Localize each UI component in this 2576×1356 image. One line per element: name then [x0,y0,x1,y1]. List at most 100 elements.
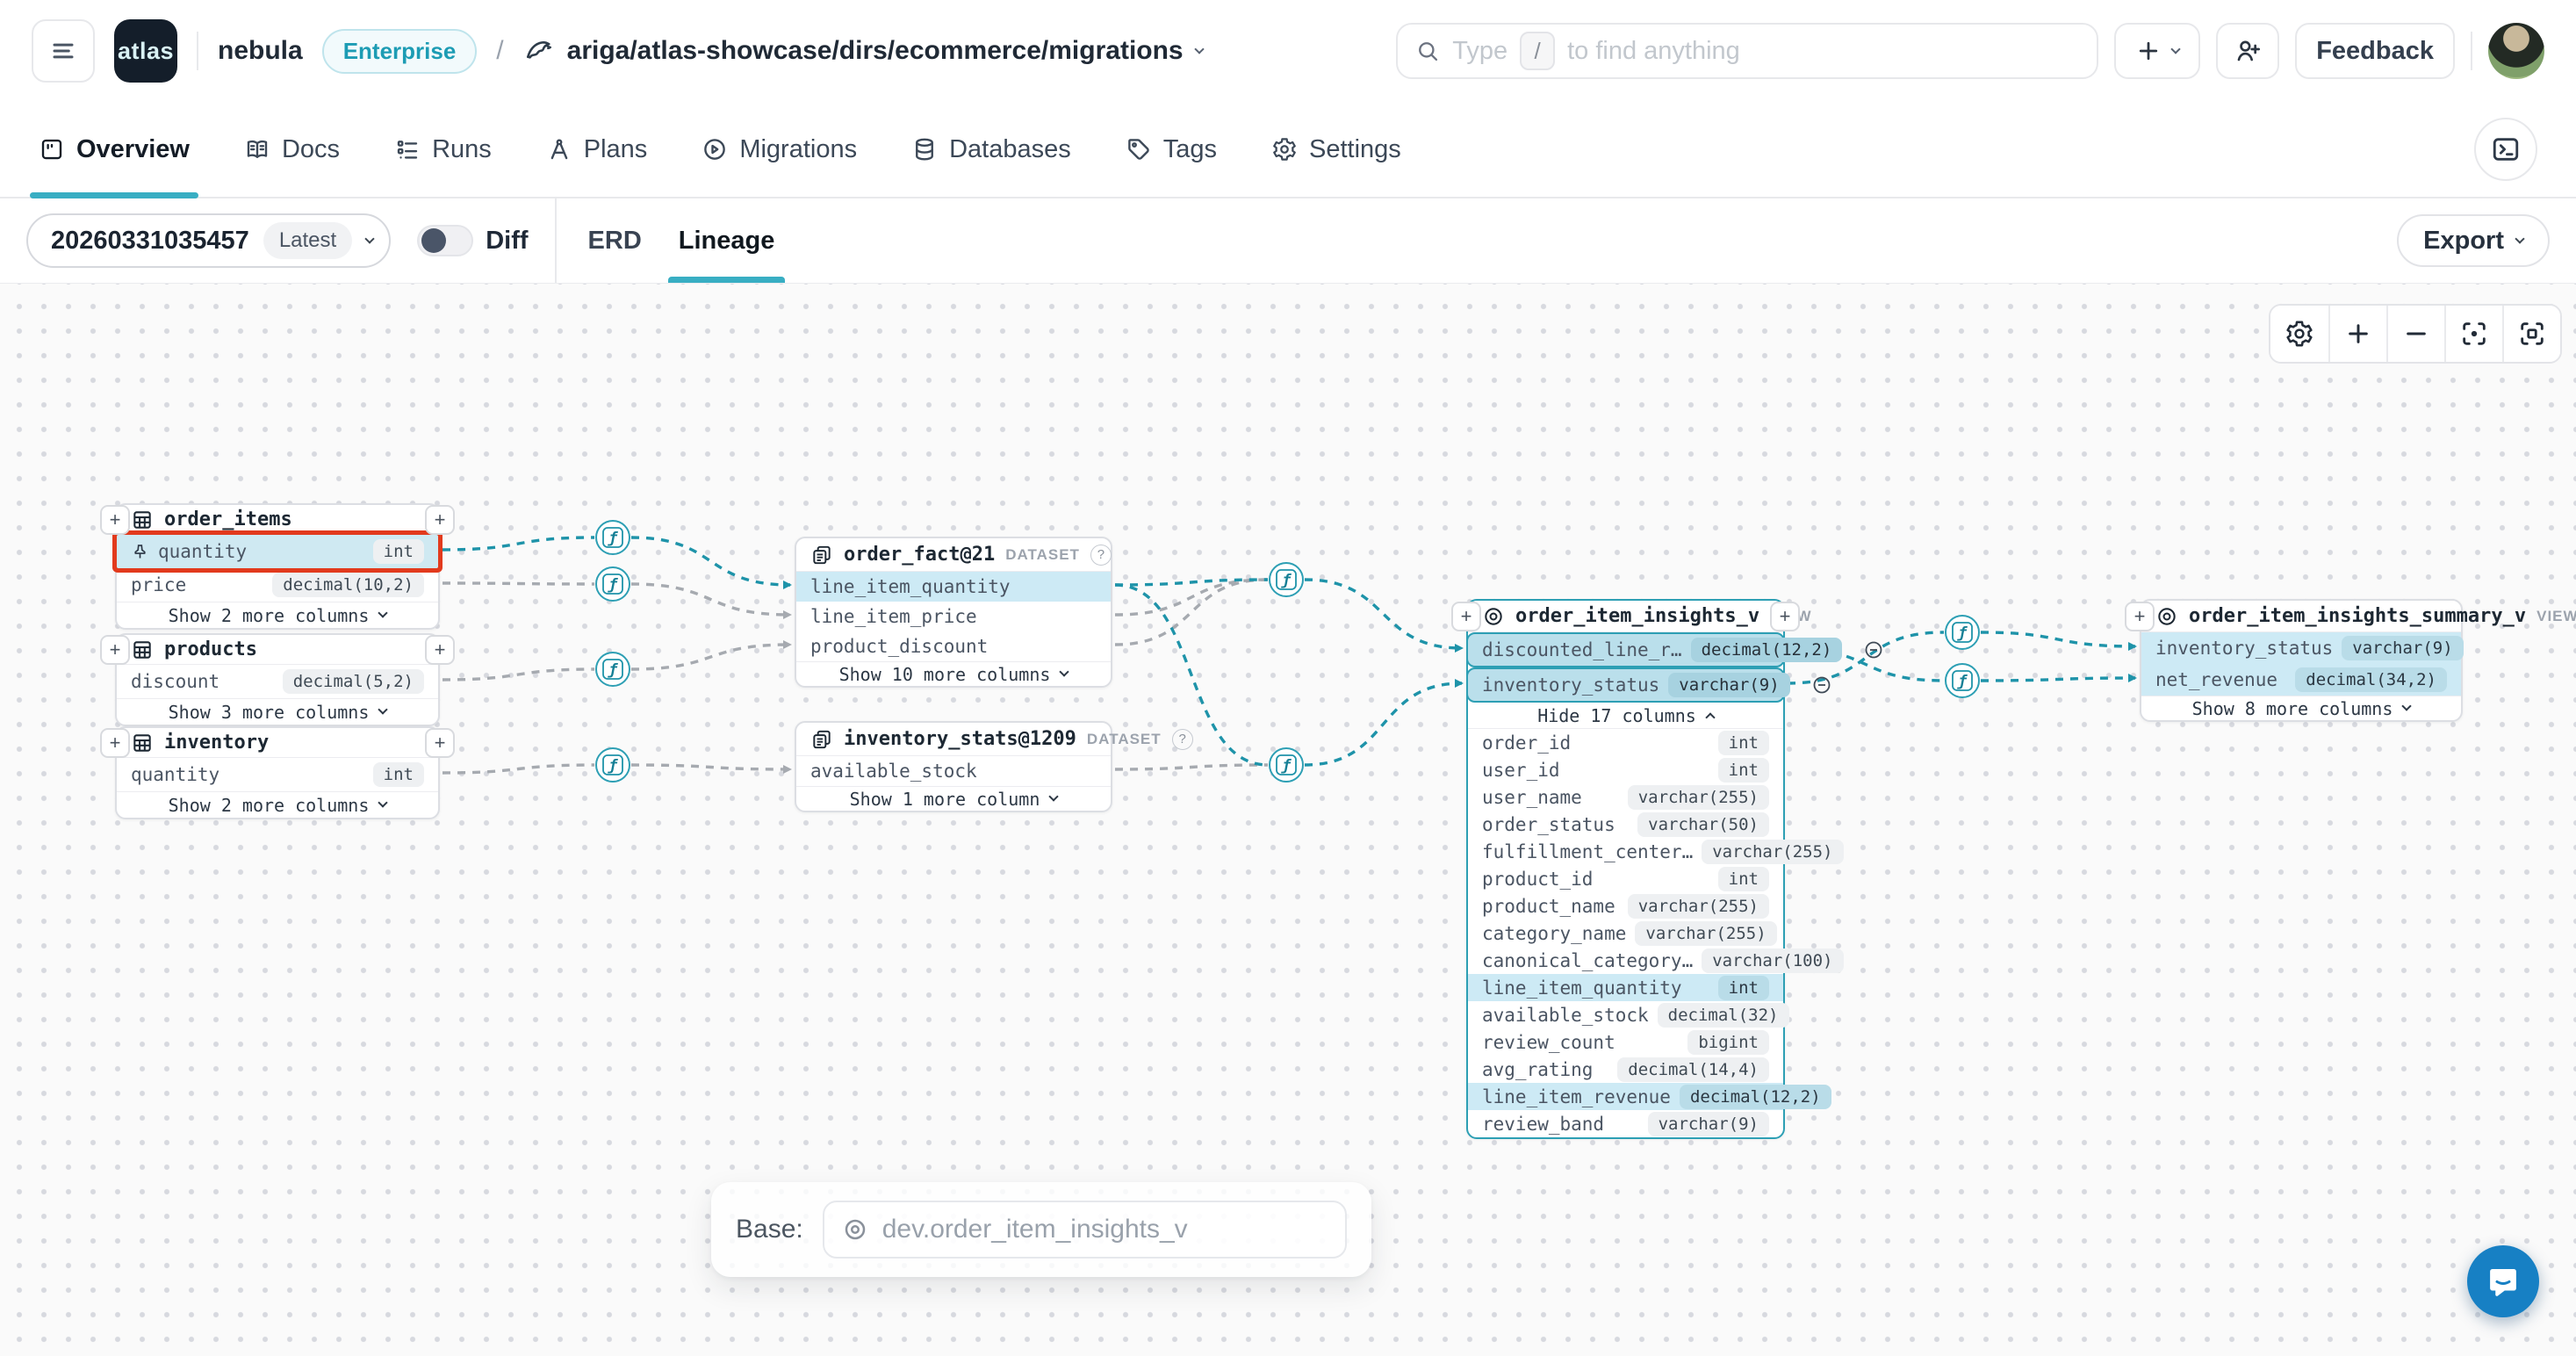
column-row-line_item_price[interactable]: line_item_price [796,602,1111,631]
transform-node-f2[interactable]: ƒ [596,567,630,601]
column-row-net_revenue[interactable]: net_revenuedecimal(34,2) [2141,664,2461,696]
expand-downstream-button[interactable]: + [1770,602,1800,631]
show-more-columns-toggle[interactable]: Show 2 more columns [117,791,438,818]
fit-view-button[interactable] [2502,306,2560,362]
show-more-columns-toggle[interactable]: Show 8 more columns [2141,696,2461,720]
column-row-price[interactable]: pricedecimal(10,2) [117,568,438,602]
table-header[interactable]: +order_item_insights_summary_vVIEW [2141,601,2461,632]
column-row-inventory_status[interactable]: inventory_statusvarchar(9) [1466,667,1785,703]
column-row-category_name[interactable]: category_namevarchar(255) [1468,920,1783,947]
column-row-product_id[interactable]: product_idint [1468,865,1783,892]
export-button[interactable]: Export [2397,214,2550,267]
canvas-settings-button[interactable] [2270,306,2328,362]
expand-upstream-button[interactable]: + [100,728,130,758]
hide-columns-toggle[interactable]: Hide 17 columns [1468,703,1783,729]
nav-tab-overview[interactable]: Overview [39,102,190,197]
global-search-input[interactable]: Type / to find anything [1396,23,2098,79]
help-icon[interactable]: ? [1090,545,1112,566]
diff-toggle[interactable] [417,225,473,256]
help-icon[interactable]: ? [1172,729,1193,750]
expand-downstream-button[interactable]: + [425,728,455,758]
chat-launcher-button[interactable] [2467,1245,2539,1317]
nav-tab-migrations[interactable]: Migrations [702,102,857,197]
show-more-columns-toggle[interactable]: Show 3 more columns [117,698,438,725]
column-row-order_id[interactable]: order_idint [1468,729,1783,756]
cloud-shell-button[interactable] [2474,118,2537,181]
column-row-line_item_revenue[interactable]: line_item_revenuedecimal(12,2) [1468,1083,1783,1110]
expand-downstream-button[interactable]: + [425,635,455,665]
table-header[interactable]: +products+ [117,635,438,665]
zoom-in-button[interactable] [2328,306,2386,362]
unpin-column-button[interactable] [1811,674,1832,696]
user-avatar[interactable] [2488,23,2544,79]
transform-node-f5[interactable]: ƒ [1270,563,1303,596]
expand-upstream-button[interactable]: + [2125,602,2155,631]
atlas-logo[interactable]: atlas [114,19,177,83]
transform-node-f3[interactable]: ƒ [596,653,630,686]
create-new-button[interactable] [2114,23,2200,79]
table-header[interactable]: order_fact@21DATASET? [796,538,1111,572]
column-row-discount[interactable]: discountdecimal(5,2) [117,665,438,698]
column-row-user_id[interactable]: user_idint [1468,756,1783,783]
nav-tab-runs[interactable]: Runs [394,102,492,197]
column-row-order_status[interactable]: order_statusvarchar(50) [1468,811,1783,838]
column-row-fulfillment_center[interactable]: fulfillment_center…varchar(255) [1468,838,1783,865]
transform-node-f4[interactable]: ƒ [596,748,630,782]
column-row-product_name[interactable]: product_namevarchar(255) [1468,892,1783,920]
lineage-table-inventory_stats[interactable]: inventory_stats@1209DATASET?available_st… [795,721,1112,812]
nav-tab-docs[interactable]: Docs [244,102,340,197]
column-row-review_band[interactable]: review_bandvarchar(9) [1468,1110,1783,1137]
table-header[interactable]: +inventory+ [117,728,438,758]
lineage-table-insights[interactable]: +order_item_insights_vVIEW+discounted_li… [1466,599,1785,1139]
unpin-column-button[interactable] [1863,639,1884,660]
column-row-quantity[interactable]: quantityint [117,758,438,791]
feedback-button[interactable]: Feedback [2295,23,2455,79]
column-row-avg_rating[interactable]: avg_ratingdecimal(14,4) [1468,1056,1783,1083]
column-row-available_stock[interactable]: available_stockdecimal(32) [1468,1001,1783,1028]
tab-lineage[interactable]: Lineage [673,198,781,283]
lineage-table-inventory[interactable]: +inventory+quantityintShow 2 more column… [115,726,440,819]
focus-selection-button[interactable] [2444,306,2502,362]
column-row-product_discount[interactable]: product_discount [796,631,1111,661]
version-selector[interactable]: 20260331035457 Latest [26,213,391,268]
invite-user-button[interactable] [2216,23,2279,79]
nav-tab-settings[interactable]: Settings [1271,102,1401,197]
column-row-quantity[interactable]: quantityint [117,535,438,568]
transform-node-f6[interactable]: ƒ [1270,748,1303,782]
column-row-user_name[interactable]: user_namevarchar(255) [1468,783,1783,811]
lineage-table-order_items[interactable]: +order_items+quantityintpricedecimal(10,… [115,503,440,630]
lineage-table-products[interactable]: +products+discountdecimal(5,2)Show 3 mor… [115,633,440,726]
table-header[interactable]: +order_item_insights_vVIEW+ [1468,601,1783,632]
zoom-out-button[interactable] [2386,306,2444,362]
transform-node-f7[interactable]: ƒ [1946,616,1979,649]
expand-upstream-button[interactable]: + [100,635,130,665]
lineage-canvas[interactable]: ƒƒƒƒƒƒƒƒ +order_items+quant [0,283,2576,1356]
hamburger-menu-button[interactable] [32,19,95,83]
expand-downstream-button[interactable]: + [425,505,455,535]
column-row-line_item_quantity[interactable]: line_item_quantityint [1468,974,1783,1001]
nav-tab-tags[interactable]: Tags [1126,102,1217,197]
show-more-columns-toggle[interactable]: Show 1 more column [796,786,1111,811]
transform-node-f1[interactable]: ƒ [596,521,630,554]
expand-upstream-button[interactable]: + [1451,602,1481,631]
base-object-input[interactable]: dev.order_item_insights_v [823,1201,1347,1259]
column-row-available_stock[interactable]: available_stock [796,756,1111,786]
table-header[interactable]: inventory_stats@1209DATASET? [796,723,1111,756]
show-more-columns-toggle[interactable]: Show 2 more columns [117,602,438,628]
column-row-canonical_category[interactable]: canonical_category…varchar(100) [1468,947,1783,974]
column-row-inventory_status[interactable]: inventory_statusvarchar(9) [2141,632,2461,664]
column-row-review_count[interactable]: review_countbigint [1468,1028,1783,1056]
show-more-columns-toggle[interactable]: Show 10 more columns [796,661,1111,686]
tab-erd[interactable]: ERD [583,198,647,283]
org-name[interactable]: nebula [218,36,303,66]
nav-tab-databases[interactable]: Databases [911,102,1071,197]
lineage-table-order_fact[interactable]: order_fact@21DATASET?line_item_quantityl… [795,537,1112,688]
expand-upstream-button[interactable]: + [100,505,130,535]
column-row-line_item_quantity[interactable]: line_item_quantity [796,572,1111,602]
column-row-discounted_line_r[interactable]: discounted_line_r…decimal(12,2) [1466,632,1785,667]
lineage-table-summary[interactable]: +order_item_insights_summary_vVIEWinvent… [2140,599,2463,722]
transform-node-f8[interactable]: ƒ [1946,664,1979,697]
nav-tab-plans[interactable]: Plans [546,102,648,197]
table-header[interactable]: +order_items+ [117,505,438,535]
breadcrumb[interactable]: ariga/atlas-showcase/dirs/ecommerce/migr… [523,35,1203,67]
